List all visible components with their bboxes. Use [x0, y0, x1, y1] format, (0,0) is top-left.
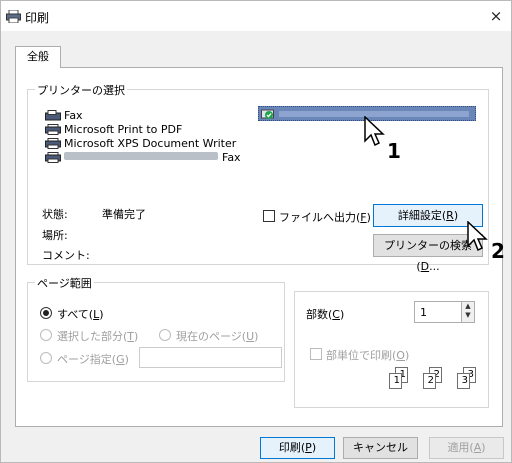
collate-checkbox[interactable] — [310, 348, 322, 360]
mouse-pointer-icon — [364, 116, 385, 147]
printer-select-title: プリンターの選択 — [35, 82, 127, 98]
print-to-file-label[interactable]: ファイルへ出力(F) — [279, 209, 371, 225]
spin-down-icon[interactable]: ▼ — [462, 311, 474, 320]
page-range-all-radio[interactable] — [40, 307, 52, 319]
tab-general[interactable]: 全般 — [15, 46, 61, 68]
copies-spinner[interactable]: ▲ ▼ — [461, 302, 474, 322]
mouse-pointer-icon — [467, 221, 488, 252]
location-label: 場所: — [42, 229, 68, 242]
cancel-button[interactable]: キャンセル — [343, 437, 418, 459]
page-range-selection-label[interactable]: 選択した部分(T) — [57, 328, 138, 344]
print-to-file-checkbox[interactable] — [263, 210, 275, 222]
page-range-current-label[interactable]: 現在のページ(U) — [176, 328, 258, 344]
printer-list-item[interactable]: Microsoft XPS Document Writer — [45, 137, 236, 151]
printer-list-item[interactable]: Fax — [45, 109, 83, 123]
page-range-pages-input[interactable] — [139, 347, 282, 368]
printer-icon — [45, 138, 61, 149]
page-range-title: ページ範囲 — [35, 275, 94, 291]
printer-list-item[interactable]: Fax — [45, 151, 241, 165]
page-range-current-radio[interactable] — [159, 329, 171, 341]
annotation-number-2: 2 — [491, 239, 505, 263]
close-button[interactable]: × — [481, 1, 511, 31]
page-range-all-label[interactable]: すべて(L) — [57, 306, 104, 322]
status-value: 準備完了 — [102, 208, 146, 221]
print-button[interactable]: 印刷(P) — [260, 437, 335, 459]
collate-page: 1 — [389, 373, 402, 389]
page-range-pages-radio[interactable] — [40, 352, 52, 364]
page-range-pages-label[interactable]: ページ指定(G) — [57, 351, 129, 367]
window-title: 印刷 — [25, 11, 50, 25]
printer-icon — [45, 152, 61, 163]
page-range-selection-radio[interactable] — [40, 329, 52, 341]
collate-label[interactable]: 部単位で印刷(O) — [326, 347, 409, 363]
collate-page: 2 — [423, 373, 436, 389]
printer-icon — [6, 10, 21, 23]
copies-label: 部数(C) — [306, 308, 345, 321]
copies-input[interactable]: 1 ▲ ▼ — [414, 301, 475, 323]
title-bar: 印刷 × — [1, 1, 511, 31]
comment-label: コメント: — [42, 249, 90, 262]
apply-button[interactable]: 適用(A) — [429, 437, 504, 459]
status-label: 状態: — [42, 208, 68, 221]
printer-list-item[interactable]: Microsoft Print to PDF — [45, 123, 182, 137]
fax-icon — [45, 110, 61, 121]
spin-up-icon[interactable]: ▲ — [462, 302, 474, 311]
collate-page: 3 — [457, 373, 470, 389]
collate-illustration: 1 1 2 2 3 3 — [385, 365, 485, 397]
default-printer-check-icon — [261, 109, 274, 119]
redacted-printer-name — [64, 152, 218, 160]
printer-icon — [45, 124, 61, 135]
annotation-number-1: 1 — [387, 139, 401, 163]
print-dialog: 印刷 × 全般 プリンターの選択 Fax Microsoft Print to … — [0, 0, 512, 463]
